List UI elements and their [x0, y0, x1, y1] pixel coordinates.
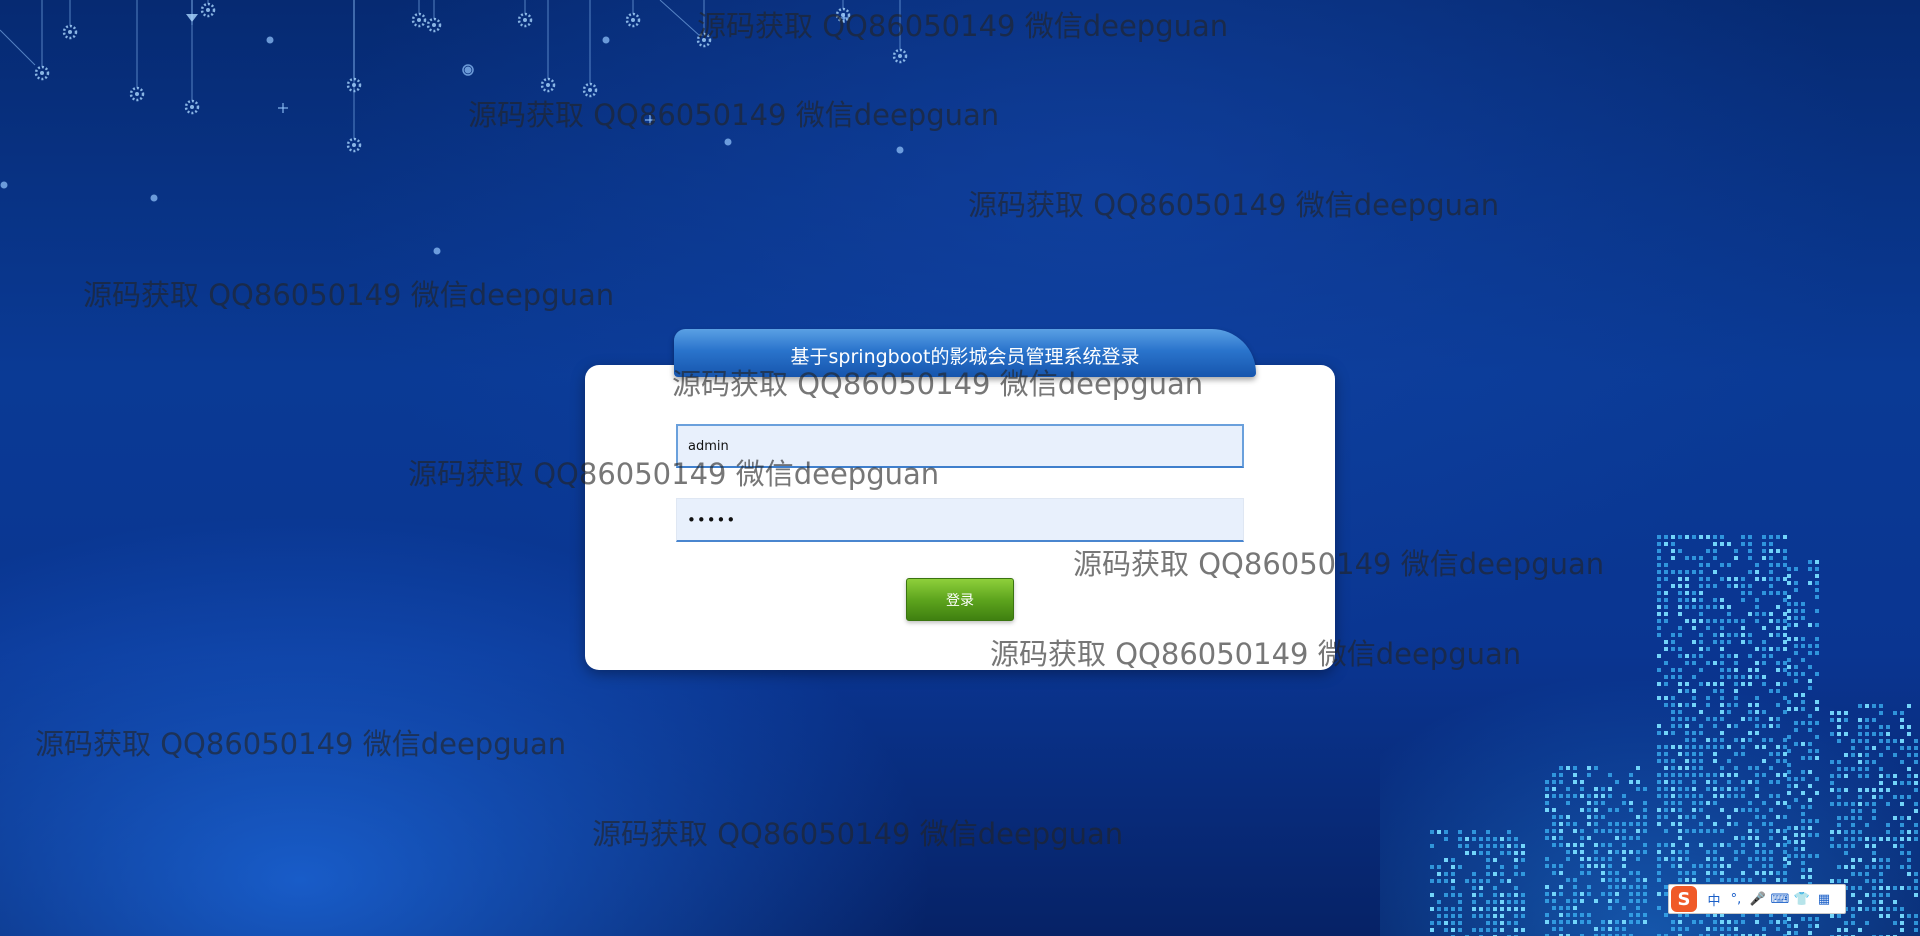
ime-toolbar[interactable]: S 中 °, 🎤 ⌨ 👕 ▦ [1668, 884, 1846, 914]
username-input[interactable] [676, 424, 1244, 468]
login-page-background: 基于springboot的影城会员管理系统登录 登录 源码获取 QQ860501… [0, 0, 1920, 936]
punctuation-icon[interactable]: °, [1725, 892, 1747, 907]
sogou-logo-icon[interactable]: S [1671, 886, 1697, 912]
skin-icon[interactable]: 👕 [1791, 892, 1813, 907]
login-button[interactable]: 登录 [906, 578, 1014, 621]
toolbox-icon[interactable]: ▦ [1813, 892, 1835, 907]
microphone-icon[interactable]: 🎤 [1747, 892, 1769, 907]
chinese-mode-icon[interactable]: 中 [1703, 890, 1725, 909]
login-header-tab: 基于springboot的影城会员管理系统登录 [674, 329, 1256, 377]
keyboard-icon[interactable]: ⌨ [1769, 892, 1791, 907]
login-title: 基于springboot的影城会员管理系统登录 [790, 345, 1140, 368]
password-input[interactable] [676, 498, 1244, 542]
